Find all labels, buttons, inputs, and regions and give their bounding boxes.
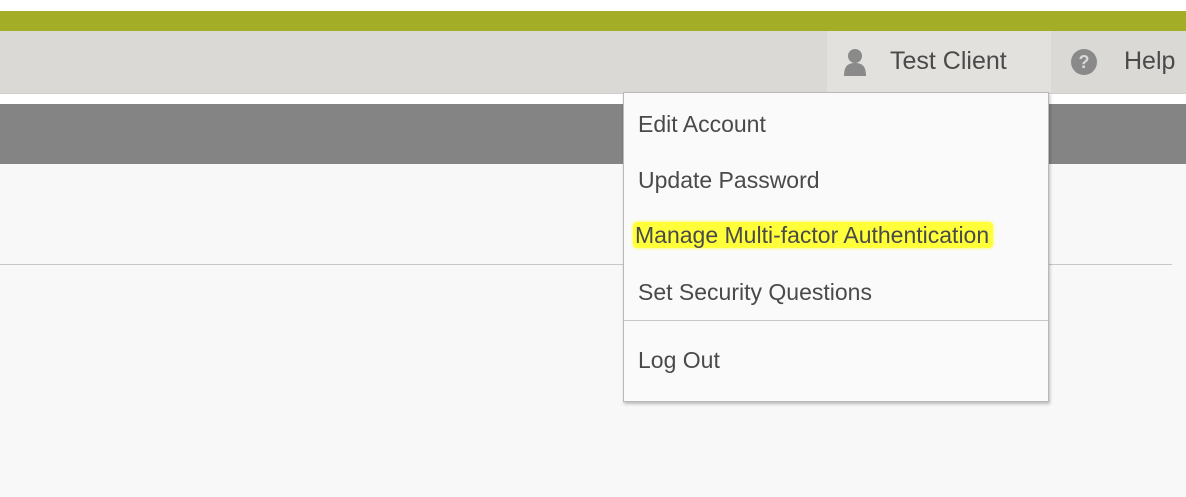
- user-icon: [844, 49, 866, 76]
- user-name: Test Client: [890, 47, 1007, 75]
- menu-item-security-questions[interactable]: Set Security Questions: [638, 277, 872, 307]
- user-dropdown-menu: Edit Account Update Password Manage Mult…: [623, 92, 1049, 402]
- accent-bar: [0, 11, 1186, 31]
- menu-item-edit-account[interactable]: Edit Account: [638, 109, 766, 139]
- menu-item-label: Update Password: [638, 167, 820, 193]
- user-menu-button[interactable]: Test Client: [827, 31, 1051, 93]
- menu-item-label: Set Security Questions: [638, 279, 872, 305]
- menu-divider: [624, 320, 1048, 321]
- help-label: Help: [1124, 47, 1176, 75]
- menu-item-log-out[interactable]: Log Out: [638, 345, 720, 375]
- menu-item-label: Log Out: [638, 347, 720, 373]
- menu-item-update-password[interactable]: Update Password: [638, 165, 820, 195]
- svg-text:?: ?: [1079, 52, 1090, 72]
- menu-item-manage-mfa[interactable]: Manage Multi-factor Authentication: [633, 220, 994, 250]
- menu-item-label: Manage Multi-factor Authentication: [633, 222, 994, 248]
- menu-item-label: Edit Account: [638, 111, 766, 137]
- help-circle-icon: ?: [1071, 49, 1097, 75]
- help-link[interactable]: ? Help: [1056, 31, 1186, 93]
